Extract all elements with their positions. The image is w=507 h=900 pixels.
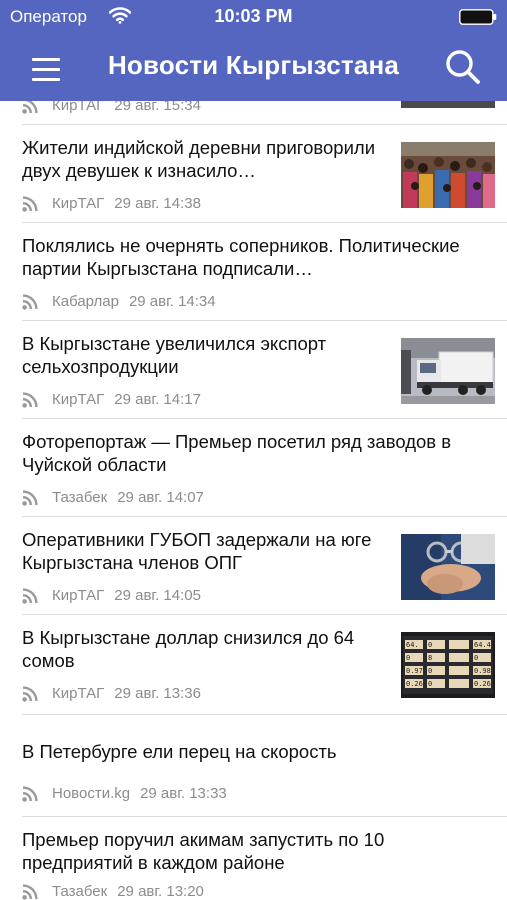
svg-text:8: 8 xyxy=(428,654,432,662)
news-source: Тазабек xyxy=(52,489,108,506)
svg-text:0: 0 xyxy=(428,667,432,675)
rss-icon xyxy=(22,196,38,212)
svg-text:0.26: 0.26 xyxy=(406,680,423,688)
news-item[interactable]: В Петербурге ели перец на скорость Новос… xyxy=(0,715,507,817)
news-meta: КирТАГ 29 авг. 14:17 xyxy=(22,391,201,408)
svg-text:64.4: 64.4 xyxy=(474,641,491,649)
status-bar: Оператор 10:03 PM xyxy=(0,0,507,32)
truck-photo xyxy=(401,338,495,404)
exchange-board-photo: 64. 0 64.4 0 8 0 0.97 0 0.98 0.26 0 0.26 xyxy=(401,632,495,698)
news-title: Поклялись не очернять соперников. Полити… xyxy=(22,235,460,279)
svg-text:0.97: 0.97 xyxy=(406,667,423,675)
battery-icon xyxy=(459,9,497,25)
news-item[interactable]: Жители индийской деревни приговорили дву… xyxy=(0,125,507,223)
news-source: КирТАГ xyxy=(52,587,105,604)
app-header: Оператор 10:03 PM Новости Кыргызстана xyxy=(0,0,507,101)
svg-text:0: 0 xyxy=(428,680,432,688)
rss-icon xyxy=(22,884,38,900)
news-source: КирТАГ xyxy=(52,391,105,408)
news-date: 29 авг. 13:36 xyxy=(114,685,201,702)
news-source: Кабарлар xyxy=(52,293,119,310)
rss-icon xyxy=(22,686,38,702)
news-title: В Петербурге ели перец на скорость xyxy=(22,741,337,762)
svg-text:0: 0 xyxy=(428,641,432,649)
news-title: В Кыргызстане увеличился экспорт сельхоз… xyxy=(22,333,327,377)
news-meta: Новости.kg 29 авг. 13:33 xyxy=(22,785,227,802)
crowd-photo xyxy=(401,142,495,208)
rss-icon xyxy=(22,588,38,604)
news-meta: КирТАГ 29 авг. 14:38 xyxy=(22,195,201,212)
news-meta: Тазабек 29 авг. 14:07 xyxy=(22,489,204,506)
page-title: Новости Кыргызстана xyxy=(107,50,400,80)
news-source: Новости.kg xyxy=(52,785,131,802)
news-meta: КирТАГ 29 авг. 13:36 xyxy=(22,685,201,702)
rss-icon xyxy=(22,294,38,310)
news-source: Тазабек xyxy=(52,883,108,900)
news-title: Фоторепортаж — Премьер посетил ряд завод… xyxy=(22,431,452,475)
news-date: 29 авг. 14:38 xyxy=(114,195,201,212)
news-source: КирТАГ xyxy=(52,685,105,702)
news-item[interactable]: В Кыргызстане доллар снизился до 64 сомо… xyxy=(0,615,507,715)
news-title: В Кыргызстане доллар снизился до 64 сомо… xyxy=(22,627,355,671)
news-date: 29 авг. 14:07 xyxy=(117,489,204,506)
news-source: КирТАГ xyxy=(52,195,105,212)
status-time: 10:03 PM xyxy=(214,6,293,26)
news-item[interactable]: Оперативники ГУБОП задержали на юге Кырг… xyxy=(0,517,507,615)
news-date: 29 авг. 14:34 xyxy=(128,293,216,310)
rss-icon xyxy=(22,786,38,802)
svg-text:64.: 64. xyxy=(406,641,419,649)
news-title: Жители индийской деревни приговорили дву… xyxy=(22,137,376,181)
news-item[interactable]: Фоторепортаж — Премьер посетил ряд завод… xyxy=(0,419,507,517)
news-date: 29 авг. 14:17 xyxy=(114,391,201,408)
search-icon[interactable] xyxy=(443,47,483,87)
svg-text:0.98: 0.98 xyxy=(474,667,491,675)
news-meta: Тазабек 29 авг. 13:20 xyxy=(22,883,204,900)
news-item[interactable]: Премьер поручил акимам запустить по 10 п… xyxy=(0,817,507,900)
svg-text:0: 0 xyxy=(406,654,410,662)
news-item[interactable]: Поклялись не очернять соперников. Полити… xyxy=(0,223,507,321)
svg-text:0: 0 xyxy=(474,654,478,662)
news-item[interactable]: В Кыргызстане увеличился экспорт сельхоз… xyxy=(0,321,507,419)
news-meta: Кабарлар 29 авг. 14:34 xyxy=(22,293,216,310)
news-date: 29 авг. 13:20 xyxy=(117,883,204,900)
svg-text:0.26: 0.26 xyxy=(474,680,491,688)
news-date: 29 авг. 13:33 xyxy=(140,785,227,802)
news-title: Премьер поручил акимам запустить по 10 п… xyxy=(22,829,385,873)
news-date: 29 авг. 14:05 xyxy=(114,587,201,604)
nav-bar: Новости Кыргызстана xyxy=(0,32,507,101)
rss-icon xyxy=(22,392,38,408)
handcuffs-photo xyxy=(401,534,495,600)
news-title: Оперативники ГУБОП задержали на юге Кырг… xyxy=(22,529,372,573)
news-meta: КирТАГ 29 авг. 14:05 xyxy=(22,587,201,604)
rss-icon xyxy=(22,490,38,506)
